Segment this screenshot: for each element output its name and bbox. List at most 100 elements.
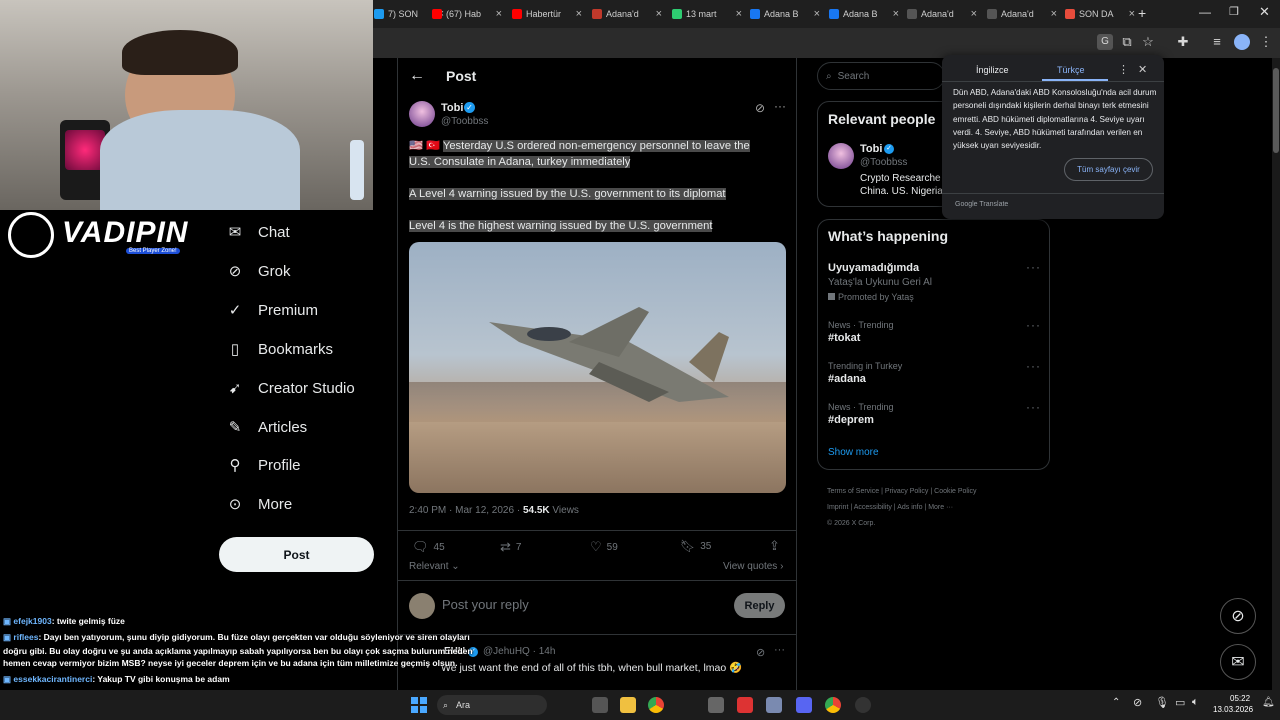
relevant-sort[interactable]: Relevant ⌄ <box>409 561 460 572</box>
promo-more-icon[interactable]: ··· <box>1026 260 1041 274</box>
tab-close-icon[interactable]: × <box>576 8 582 20</box>
trend-more-icon[interactable]: ··· <box>1026 400 1041 414</box>
messages-float-button[interactable]: ✉ <box>1220 644 1256 680</box>
more-options-icon[interactable]: ··· <box>774 99 786 113</box>
footer-link[interactable]: Privacy Policy <box>885 488 929 495</box>
browser-menu-icon[interactable]: ⋮ <box>1258 34 1274 50</box>
share-icon[interactable]: ⇪ <box>769 538 780 554</box>
grok-float-button[interactable]: ⊘ <box>1220 598 1256 634</box>
cast-icon[interactable]: ⧉ <box>1119 34 1135 50</box>
grok-icon[interactable]: ⊘ <box>755 101 765 115</box>
notifications-icon[interactable]: 🔔︎ <box>1262 697 1275 708</box>
clock-time[interactable]: 05:22 <box>1230 694 1250 703</box>
person-avatar[interactable] <box>828 143 854 169</box>
tab-close-icon[interactable]: × <box>971 8 977 20</box>
reply-action[interactable]: 🗨︎ 45 <box>412 539 445 555</box>
nav-item-articles[interactable]: ✎ Articles <box>226 418 307 437</box>
promo-title[interactable]: Uyuyamadığımda <box>828 262 919 274</box>
trend-name[interactable]: #adana <box>828 373 866 385</box>
tab-close-icon[interactable]: × <box>893 8 899 20</box>
chrome-icon-2[interactable] <box>825 697 841 713</box>
tab-close-icon[interactable]: × <box>1051 8 1057 20</box>
browser-tab[interactable]: Adana'd × <box>903 4 979 24</box>
tray-volume-icon[interactable]: 🔈︎ <box>1192 696 1199 709</box>
footer-link[interactable]: Cookie Policy <box>934 488 976 495</box>
translate-page-button[interactable]: Tüm sayfayı çevir <box>1064 158 1153 181</box>
author-handle[interactable]: @Toobbss <box>441 116 488 127</box>
nav-item-bookmarks[interactable]: ▯ Bookmarks <box>226 340 333 359</box>
taskbar-search[interactable]: ⌕ Ara <box>437 695 547 715</box>
translate-options-icon[interactable]: ⋮ <box>1118 63 1129 76</box>
browser-tab[interactable]: Adana B × <box>746 4 822 24</box>
reply-button[interactable]: Reply <box>734 593 785 618</box>
file-explorer-icon[interactable] <box>620 697 636 713</box>
tray-network-off-icon[interactable]: ⊘ <box>1133 696 1142 709</box>
nav-item-premium[interactable]: ✓ Premium <box>226 301 318 320</box>
post-button[interactable]: Post <box>219 537 374 572</box>
post-image[interactable] <box>409 242 786 493</box>
back-arrow-icon[interactable]: ← <box>409 67 425 85</box>
footer-link[interactable]: More ··· <box>928 504 953 511</box>
nav-item-chat[interactable]: ✉ Chat <box>226 223 290 242</box>
reply-author-handle[interactable]: @JehuHQ · 14h <box>483 646 555 657</box>
discord-icon[interactable] <box>796 697 812 713</box>
close-window-icon[interactable]: ✕ <box>1259 4 1270 20</box>
footer-link[interactable]: Ads info <box>897 504 922 511</box>
restore-icon[interactable]: ❐ <box>1229 5 1239 18</box>
search-input[interactable]: Search <box>838 71 870 82</box>
author-avatar[interactable] <box>409 101 435 127</box>
browser-tab[interactable]: Habertür × <box>508 4 584 24</box>
footer-link[interactable]: Accessibility <box>854 504 892 511</box>
app-icon-2[interactable] <box>737 697 753 713</box>
browser-tab[interactable]: 13 mart × <box>668 4 744 24</box>
author-name[interactable]: Tobi <box>441 102 463 114</box>
reply-input[interactable]: Post your reply <box>442 597 722 612</box>
translate-close-icon[interactable]: ✕ <box>1138 63 1147 76</box>
footer-link[interactable]: Terms of Service <box>827 488 879 495</box>
task-view-icon[interactable] <box>592 697 608 713</box>
nav-item-grok[interactable]: ⊘ Grok <box>226 262 291 281</box>
trend-more-icon[interactable]: ··· <box>1026 359 1041 373</box>
person-name[interactable]: Tobi <box>860 143 882 155</box>
show-more-link[interactable]: Show more <box>828 447 879 458</box>
tab-close-icon[interactable]: × <box>814 8 820 20</box>
browser-tab[interactable]: (67) Hab × <box>428 4 504 24</box>
tray-mic-icon[interactable]: 🎙︎ <box>1155 696 1169 709</box>
repost-action[interactable]: ⇄ 7 <box>500 539 521 555</box>
chrome-icon[interactable] <box>648 697 664 713</box>
new-tab-button[interactable]: + <box>1138 5 1146 21</box>
like-action[interactable]: ♡ 59 <box>590 539 618 555</box>
reply-grok-icon[interactable]: ⊘ <box>756 646 765 659</box>
footer-link[interactable]: Imprint <box>827 504 848 511</box>
post-timestamp[interactable]: 2:40 PM · Mar 12, 2026 · <box>409 505 520 516</box>
clock-date[interactable]: 13.03.2026 <box>1213 705 1253 714</box>
extensions-icon[interactable]: ✚ <box>1175 34 1191 50</box>
minimize-icon[interactable]: — <box>1199 5 1211 19</box>
star-icon[interactable]: ☆ <box>1140 34 1156 50</box>
browser-tab[interactable]: Adana'd × <box>588 4 664 24</box>
nav-item-profile[interactable]: ⚲ Profile <box>226 456 301 475</box>
tab-close-icon[interactable]: × <box>496 8 502 20</box>
app-icon-3[interactable] <box>766 697 782 713</box>
trend-name[interactable]: #tokat <box>828 332 860 344</box>
browser-tab[interactable]: Adana B × <box>825 4 901 24</box>
tab-close-icon[interactable]: × <box>1129 8 1135 20</box>
trend-more-icon[interactable]: ··· <box>1026 318 1041 332</box>
person-handle[interactable]: @Toobbss <box>860 157 907 168</box>
tab-close-icon[interactable]: × <box>736 8 742 20</box>
trend-name[interactable]: #deprem <box>828 414 874 426</box>
browser-tab[interactable]: Adana'd × <box>983 4 1059 24</box>
tab-close-icon[interactable]: × <box>656 8 662 20</box>
bookmark-action[interactable]: 🔖︎ 35 <box>680 539 711 553</box>
tray-display-icon[interactable]: ▭ <box>1175 696 1185 709</box>
page-scrollbar[interactable] <box>1272 58 1280 690</box>
view-quotes-link[interactable]: View quotes › <box>723 561 783 572</box>
source-language-tab[interactable]: İngilizce <box>976 65 1009 75</box>
tray-up-icon[interactable]: ⌃ <box>1112 697 1120 708</box>
nav-item-more[interactable]: ⊙ More <box>226 495 292 514</box>
translate-icon[interactable]: G <box>1097 34 1113 50</box>
obs-icon[interactable] <box>855 697 871 713</box>
reading-list-icon[interactable]: ≡ <box>1209 34 1225 50</box>
app-icon-1[interactable] <box>708 697 724 713</box>
reply-more-icon[interactable]: ··· <box>774 644 785 656</box>
